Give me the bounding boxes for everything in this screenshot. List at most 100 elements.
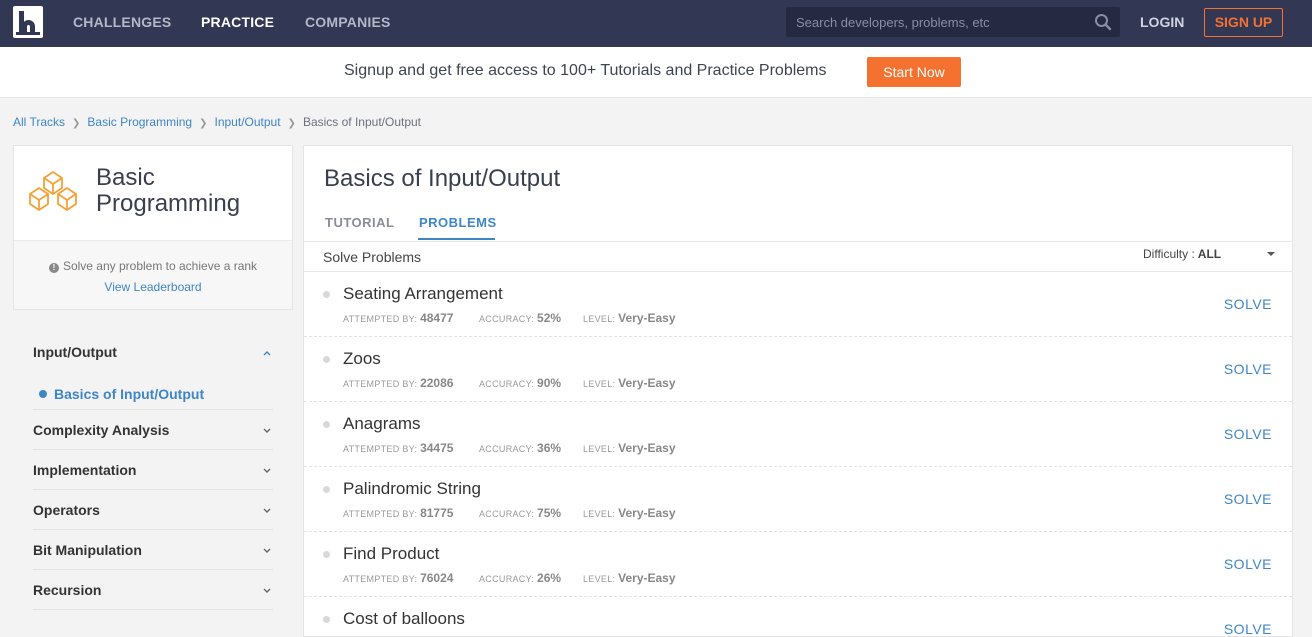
level-stat: LEVEL: Very-Easy bbox=[583, 311, 676, 325]
cubes-icon bbox=[29, 171, 77, 211]
login-link[interactable]: LOGIN bbox=[1140, 14, 1184, 30]
solve-button[interactable]: SOLVE bbox=[1224, 491, 1272, 507]
sidebar-subitem-basics-io[interactable]: Basics of Input/Output bbox=[39, 386, 204, 402]
tab-problems[interactable]: PROBLEMS bbox=[419, 215, 497, 230]
divider bbox=[33, 449, 273, 450]
problem-row[interactable]: Anagrams ATTEMPTED BY: 34475 ACCURACY: 36%… bbox=[304, 402, 1292, 467]
divider bbox=[33, 409, 273, 410]
start-now-button[interactable]: Start Now bbox=[867, 57, 961, 87]
solve-button[interactable]: SOLVE bbox=[1224, 556, 1272, 572]
problem-meta: ATTEMPTED BY: 76024 ACCURACY: 26% LEVEL: V… bbox=[343, 571, 676, 585]
attempted-count: 22086 bbox=[420, 376, 454, 390]
track-title-line1: Basic bbox=[96, 164, 155, 191]
promo-banner: Signup and get free access to 100+ Tutor… bbox=[0, 47, 1312, 98]
info-icon: ! bbox=[48, 263, 59, 273]
problem-name[interactable]: Find Product bbox=[343, 544, 439, 564]
solve-button[interactable]: SOLVE bbox=[1224, 361, 1272, 377]
problem-row[interactable]: Palindromic String ATTEMPTED BY: 81775 ACC… bbox=[304, 467, 1292, 532]
rank-note-text: Solve any problem to achieve a rank bbox=[62, 259, 258, 273]
breadcrumb-all-tracks[interactable]: All Tracks bbox=[13, 115, 65, 129]
level-label: LEVEL: bbox=[583, 314, 616, 324]
accuracy-label: ACCURACY: bbox=[479, 444, 535, 454]
problem-row[interactable]: Zoos ATTEMPTED BY: 22086 ACCURACY: 90% LEVE… bbox=[304, 337, 1292, 402]
chevron-right-icon: ❯ bbox=[72, 118, 81, 129]
sidebar-group-recursion[interactable]: Recursion bbox=[33, 582, 273, 598]
sidebar-group-operators[interactable]: Operators bbox=[33, 502, 273, 518]
problem-name[interactable]: Zoos bbox=[343, 349, 381, 369]
view-leaderboard-link[interactable]: View Leaderboard bbox=[14, 280, 292, 294]
attempted-stat: ATTEMPTED BY: 48477 bbox=[343, 311, 454, 325]
chevron-down-icon bbox=[263, 468, 271, 473]
level-label: LEVEL: bbox=[583, 379, 616, 389]
nav-companies[interactable]: COMPANIES bbox=[305, 14, 391, 30]
chevron-down-icon bbox=[263, 588, 271, 593]
breadcrumb: All Tracks ❯ Basic Programming ❯ Input/Outpu… bbox=[13, 115, 421, 129]
bullet-icon bbox=[323, 291, 330, 298]
problem-name[interactable]: Palindromic String bbox=[343, 479, 481, 499]
breadcrumb-input-output[interactable]: Input/Output bbox=[215, 115, 281, 129]
bullet-icon bbox=[323, 551, 330, 558]
accuracy-stat: ACCURACY: 90% bbox=[479, 376, 561, 390]
solve-button[interactable]: SOLVE bbox=[1224, 296, 1272, 312]
bullet-icon bbox=[323, 486, 330, 493]
sidebar-group-implementation[interactable]: Implementation bbox=[33, 462, 273, 478]
search-input[interactable] bbox=[786, 7, 1086, 37]
problem-meta: ATTEMPTED BY: 22086 ACCURACY: 90% LEVEL: V… bbox=[343, 376, 676, 390]
difficulty-dropdown[interactable]: Difficulty : ALL bbox=[1143, 247, 1275, 261]
promo-text: Signup and get free access to 100+ Tutor… bbox=[344, 62, 827, 79]
problem-name[interactable]: Cost of balloons bbox=[343, 609, 465, 629]
accuracy-stat: ACCURACY: 52% bbox=[479, 311, 561, 325]
accuracy-label: ACCURACY: bbox=[479, 379, 535, 389]
difficulty-value: ALL bbox=[1197, 247, 1222, 261]
accuracy-value: 75% bbox=[537, 506, 562, 520]
attempted-label: ATTEMPTED BY: bbox=[343, 509, 418, 519]
sidebar-group-label: Operators bbox=[33, 502, 100, 518]
sidebar-group-label: Recursion bbox=[33, 582, 102, 598]
page-title: Basics of Input/Output bbox=[324, 165, 561, 192]
attempted-stat: ATTEMPTED BY: 81775 bbox=[343, 506, 454, 520]
nav-practice[interactable]: PRACTICE bbox=[201, 14, 274, 30]
attempted-count: 81775 bbox=[420, 506, 454, 520]
level-label: LEVEL: bbox=[583, 574, 616, 584]
problem-row[interactable]: Seating Arrangement ATTEMPTED BY: 48477 AC… bbox=[304, 272, 1292, 337]
search-icon[interactable] bbox=[1094, 13, 1112, 31]
accuracy-label: ACCURACY: bbox=[479, 509, 535, 519]
attempted-label: ATTEMPTED BY: bbox=[343, 574, 418, 584]
attempted-label: ATTEMPTED BY: bbox=[343, 314, 418, 324]
solve-button[interactable]: SOLVE bbox=[1224, 426, 1272, 442]
chevron-down-icon bbox=[263, 428, 271, 433]
solve-problems-heading: Solve Problems bbox=[323, 249, 422, 265]
sidebar-group-complexity-analysis[interactable]: Complexity Analysis bbox=[33, 422, 273, 438]
breadcrumb-current: Basics of Input/Output bbox=[302, 115, 422, 129]
problem-row[interactable]: Find Product ATTEMPTED BY: 76024 ACCURACY:… bbox=[304, 532, 1292, 597]
level-stat: LEVEL: Very-Easy bbox=[583, 376, 676, 390]
divider bbox=[33, 489, 273, 490]
signup-button[interactable]: SIGN UP bbox=[1204, 8, 1283, 37]
sidebar-group-input-output[interactable]: Input/Output Basics of Input/Output bbox=[33, 344, 273, 402]
level-label: LEVEL: bbox=[583, 444, 616, 454]
accuracy-stat: ACCURACY: 26% bbox=[479, 571, 561, 585]
level-value: Very-Easy bbox=[618, 441, 676, 455]
main-panel: Basics of Input/Output TUTORIAL PROBLEMS… bbox=[303, 145, 1293, 637]
problem-row[interactable]: Cost of balloons SOLVE bbox=[304, 597, 1292, 637]
nav-challenges[interactable]: CHALLENGES bbox=[73, 14, 171, 30]
bullet-icon bbox=[323, 616, 330, 623]
attempted-stat: ATTEMPTED BY: 76024 bbox=[343, 571, 453, 585]
hackerearth-logo-icon[interactable] bbox=[13, 6, 43, 38]
accuracy-label: ACCURACY: bbox=[479, 574, 535, 584]
accuracy-stat: ACCURACY: 75% bbox=[479, 506, 561, 520]
solve-button[interactable]: SOLVE bbox=[1224, 621, 1272, 637]
sidebar-group-bit-manipulation[interactable]: Bit Manipulation bbox=[33, 542, 273, 558]
attempted-stat: ATTEMPTED BY: 34475 bbox=[343, 441, 454, 455]
level-value: Very-Easy bbox=[618, 311, 676, 325]
attempted-count: 34475 bbox=[420, 441, 454, 455]
breadcrumb-basic-programming[interactable]: Basic Programming bbox=[87, 115, 192, 129]
accuracy-stat: ACCURACY: 36% bbox=[479, 441, 561, 455]
attempted-count: 48477 bbox=[420, 311, 454, 325]
level-value: Very-Easy bbox=[618, 571, 676, 585]
problem-name[interactable]: Anagrams bbox=[343, 414, 420, 434]
bullet-icon bbox=[323, 356, 330, 363]
problem-name[interactable]: Seating Arrangement bbox=[343, 284, 503, 304]
search-box bbox=[786, 7, 1120, 37]
tab-tutorial[interactable]: TUTORIAL bbox=[325, 215, 394, 230]
